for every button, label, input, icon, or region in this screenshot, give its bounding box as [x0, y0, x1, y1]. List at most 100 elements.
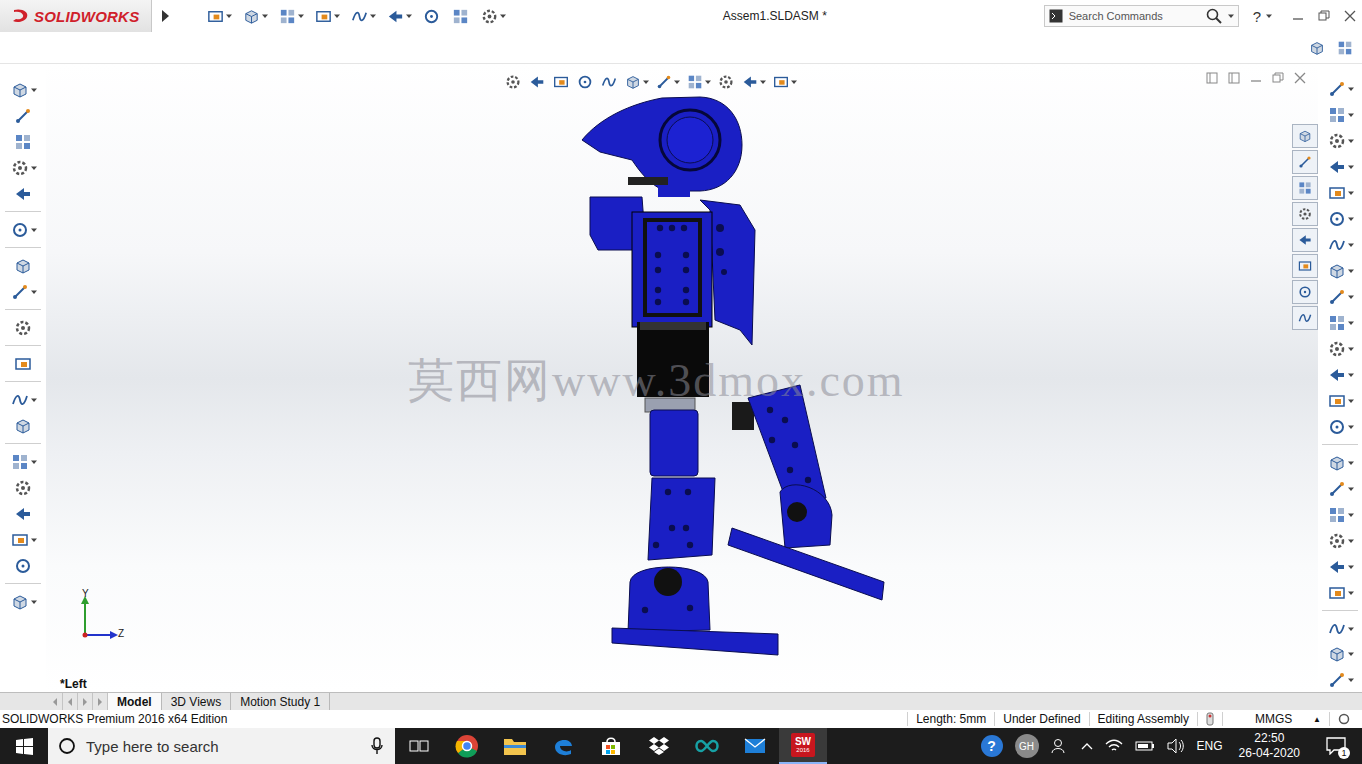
- view-palette-icon[interactable]: [1297, 232, 1313, 248]
- doc-minimize-icon[interactable]: [1250, 72, 1262, 84]
- tab-scroll-button[interactable]: [63, 693, 78, 710]
- polygon-icon[interactable]: [1327, 339, 1347, 359]
- dropdown-caret-icon[interactable]: [31, 599, 37, 605]
- dropdown-caret-icon[interactable]: [1266, 13, 1272, 19]
- restore-icon[interactable]: [1318, 10, 1330, 22]
- toolbar-button[interactable]: [13, 254, 33, 277]
- dropdown-caret-icon[interactable]: [1348, 372, 1354, 378]
- dropdown-caret-icon[interactable]: [705, 79, 711, 85]
- title-toolbar-button[interactable]: [350, 5, 376, 28]
- close-icon[interactable]: [1344, 10, 1356, 22]
- robot-torso[interactable]: [632, 212, 712, 412]
- robot-head[interactable]: [582, 97, 742, 197]
- toolbar-button[interactable]: [1327, 363, 1354, 386]
- toolbar-button[interactable]: [1327, 415, 1354, 438]
- model-tab[interactable]: Motion Study 1: [231, 693, 330, 710]
- forum-icon[interactable]: [1297, 310, 1313, 326]
- select-icon[interactable]: [386, 7, 405, 26]
- clearance-icon[interactable]: [13, 478, 33, 498]
- edge-button[interactable]: [539, 728, 587, 764]
- text-icon[interactable]: [1327, 417, 1347, 437]
- section-view-icon[interactable]: [576, 73, 594, 91]
- repair-icon[interactable]: [1327, 644, 1347, 664]
- start-button[interactable]: [0, 728, 48, 764]
- title-toolbar-button[interactable]: [422, 5, 441, 28]
- tile-right-icon[interactable]: [1228, 72, 1240, 84]
- toolbar-button[interactable]: [1327, 156, 1354, 179]
- relations-icon[interactable]: [1327, 619, 1347, 639]
- title-toolbar-button[interactable]: [386, 5, 412, 28]
- task-pane-button[interactable]: [1292, 280, 1318, 304]
- assembly-features-icon[interactable]: [13, 256, 33, 276]
- user-avatar[interactable]: GH: [1015, 734, 1039, 758]
- people-icon[interactable]: [1051, 737, 1069, 755]
- zoom-area-icon[interactable]: [528, 73, 546, 91]
- rectangle-icon[interactable]: [1327, 157, 1347, 177]
- title-toolbar-button[interactable]: [206, 5, 232, 28]
- toolbar-button[interactable]: [1327, 312, 1354, 335]
- options-icon[interactable]: [480, 7, 499, 26]
- instant3d-icon[interactable]: [10, 592, 30, 612]
- task-pane-button[interactable]: [1292, 306, 1318, 330]
- standing-leg[interactable]: [612, 410, 778, 655]
- search-commands[interactable]: Search Commands: [1044, 5, 1239, 27]
- unit-system[interactable]: MMGS▲: [1222, 712, 1329, 726]
- toolbar-button[interactable]: [1327, 555, 1354, 578]
- hide-show-icon[interactable]: [686, 73, 704, 91]
- toolbar-button[interactable]: [1327, 182, 1354, 205]
- view-orientation-icon[interactable]: [624, 73, 642, 91]
- toolbar-button[interactable]: [10, 450, 37, 473]
- dropdown-caret-icon[interactable]: [1348, 190, 1354, 196]
- dropdown-caret-icon[interactable]: [31, 397, 37, 403]
- task-pane-button[interactable]: [1292, 254, 1318, 278]
- cascade-windows-icon[interactable]: [1336, 39, 1354, 57]
- heads-up-button[interactable]: [655, 70, 680, 93]
- microphone-icon[interactable]: [371, 737, 383, 755]
- task-pane-button[interactable]: [1292, 202, 1318, 226]
- logo[interactable]: SOLIDWORKS: [0, 0, 152, 32]
- battery-icon[interactable]: [1135, 740, 1155, 752]
- collapse-icon[interactable]: [1327, 670, 1347, 690]
- new-document-icon[interactable]: [206, 7, 225, 26]
- robot-model[interactable]: [46, 64, 1318, 692]
- toolbar-button[interactable]: [10, 156, 37, 179]
- taskbar-search[interactable]: Type here to search: [48, 728, 395, 764]
- move-entities-icon[interactable]: [1327, 583, 1347, 603]
- dropdown-caret-icon[interactable]: [1348, 512, 1354, 518]
- rebuild-indicator[interactable]: [1197, 712, 1222, 726]
- heads-up-button[interactable]: [552, 70, 570, 93]
- view-settings-icon[interactable]: [772, 73, 790, 91]
- toolbar-button[interactable]: [10, 78, 37, 101]
- heads-up-button[interactable]: [741, 70, 766, 93]
- assembly-visualization-icon[interactable]: [13, 556, 33, 576]
- toolbar-button[interactable]: [13, 414, 33, 437]
- dynamic-annotation-icon[interactable]: [600, 73, 618, 91]
- tab-scroll-button[interactable]: [48, 693, 63, 710]
- toolbar-button[interactable]: [1327, 477, 1354, 500]
- dropdown-caret-icon[interactable]: [1348, 564, 1354, 570]
- task-pane-button[interactable]: [1292, 124, 1318, 148]
- display-style-icon[interactable]: [655, 73, 673, 91]
- scenes-icon[interactable]: [741, 73, 759, 91]
- save-icon[interactable]: [278, 7, 297, 26]
- dropdown-caret-icon[interactable]: [31, 87, 37, 93]
- tile-windows-icon[interactable]: [1308, 39, 1326, 57]
- sketch-icon[interactable]: [1327, 79, 1347, 99]
- heads-up-button[interactable]: [504, 70, 522, 93]
- plane-icon[interactable]: [1327, 391, 1347, 411]
- toolbar-button[interactable]: [1327, 529, 1354, 552]
- exploded-view-icon[interactable]: [10, 390, 30, 410]
- dropdown-caret-icon[interactable]: [31, 459, 37, 465]
- dropdown-caret-icon[interactable]: [1348, 626, 1354, 632]
- dropdown-caret-icon[interactable]: [298, 13, 304, 19]
- arc-icon[interactable]: [1327, 235, 1347, 255]
- trim-icon[interactable]: [1327, 453, 1347, 473]
- convert-entities-icon[interactable]: [1327, 479, 1347, 499]
- dropdown-caret-icon[interactable]: [334, 13, 340, 19]
- insert-component-icon[interactable]: [10, 80, 30, 100]
- toolbar-button[interactable]: [10, 528, 37, 551]
- toolbar-button[interactable]: [1327, 260, 1354, 283]
- dropdown-caret-icon[interactable]: [31, 227, 37, 233]
- heads-up-button[interactable]: [717, 70, 735, 93]
- toolbar-button[interactable]: [1327, 208, 1354, 231]
